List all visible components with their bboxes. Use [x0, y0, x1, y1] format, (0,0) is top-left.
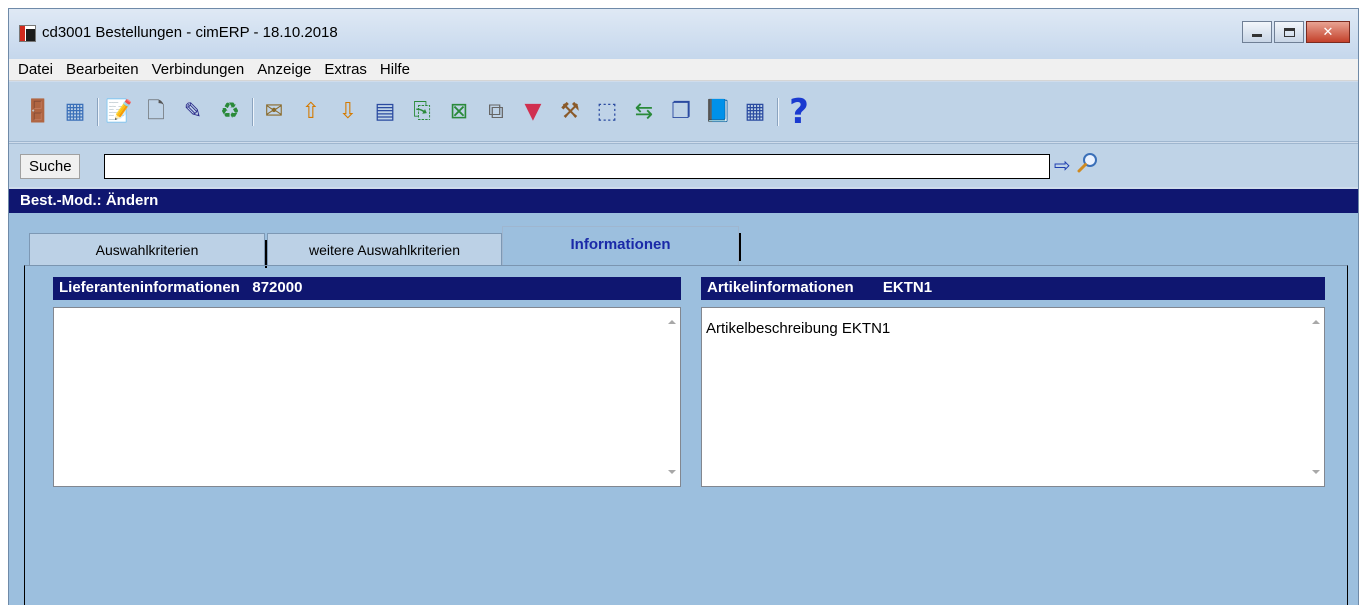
transfer-icon[interactable]: ⇆ [629, 96, 659, 128]
tab-panel-informationen: Lieferanteninformationen 872000 Artikeli… [24, 265, 1348, 605]
scroll-up-icon[interactable] [1312, 320, 1320, 324]
excel-icon[interactable]: ⊠ [444, 96, 474, 128]
application-window: cd3001 Bestellungen - cimERP - 18.10.201… [8, 8, 1359, 605]
window-controls: ✕ [1242, 21, 1350, 43]
menu-bearbeiten[interactable]: Bearbeiten [66, 61, 139, 78]
tab-label: Auswahlkriterien [95, 242, 199, 258]
select-region-icon[interactable]: ⬚ [592, 96, 622, 128]
supplier-info-header: Lieferanteninformationen 872000 [53, 277, 681, 300]
vertical-scrollbar[interactable] [663, 308, 680, 486]
windows-icon[interactable]: ❐ [666, 96, 696, 128]
article-info-header: Artikelinformationen EKTN1 [701, 277, 1325, 300]
app-logo-icon [19, 25, 36, 42]
maximize-button[interactable] [1274, 21, 1304, 43]
search-input[interactable] [104, 154, 1050, 179]
mail-icon[interactable]: ✉ [259, 96, 289, 128]
window-title: cd3001 Bestellungen - cimERP - 18.10.201… [42, 24, 338, 41]
minimize-button[interactable] [1242, 21, 1272, 43]
mode-bar: Best.-Mod.: Ändern [9, 189, 1358, 213]
content-area: Auswahlkriterien weitere Auswahlkriterie… [9, 213, 1358, 605]
edit-form-icon[interactable]: 📝 [104, 96, 134, 128]
supplier-id: 872000 [252, 279, 303, 296]
menu-bar: Datei Bearbeiten Verbindungen Anzeige Ex… [9, 59, 1358, 81]
export-icon[interactable]: ⎘ [407, 96, 437, 128]
toolbar-separator [97, 97, 99, 126]
magnifier-icon[interactable] [1077, 152, 1099, 174]
scroll-up-icon[interactable] [668, 320, 676, 324]
grid-icon[interactable]: ▦ [740, 96, 770, 128]
menu-anzeige[interactable]: Anzeige [257, 61, 311, 78]
search-go-arrow-icon[interactable]: ⇨ [1054, 155, 1071, 175]
article-info-title: Artikelinformationen [707, 279, 854, 296]
minimize-icon [1252, 33, 1262, 37]
article-id: EKTN1 [882, 279, 933, 296]
tab-auswahlkriterien[interactable]: Auswahlkriterien [29, 233, 267, 268]
vertical-scrollbar[interactable] [1307, 308, 1324, 486]
menu-datei[interactable]: Datei [18, 61, 53, 78]
tab-label: Informationen [570, 236, 671, 253]
copy-icon[interactable]: ⧉ [481, 96, 511, 128]
menu-verbindungen[interactable]: Verbindungen [152, 61, 245, 78]
new-document-icon[interactable]: 🗋 [141, 96, 171, 128]
pencil-edit-icon[interactable]: ✎ [178, 96, 208, 128]
exit-icon[interactable]: 🚪 [23, 96, 53, 128]
scroll-down-icon[interactable] [668, 470, 676, 474]
menu-hilfe[interactable]: Hilfe [380, 61, 410, 78]
tab-label: weitere Auswahlkriterien [309, 242, 460, 258]
wizard-icon[interactable]: ⚒ [555, 96, 585, 128]
supplier-info-title: Lieferanteninformationen [59, 279, 240, 296]
toolbar-separator [777, 97, 779, 126]
search-label: Suche [20, 154, 80, 179]
tab-informationen[interactable]: Informationen [502, 226, 741, 266]
close-button[interactable]: ✕ [1306, 21, 1350, 43]
sort-descending-icon[interactable]: ⇩ [333, 96, 363, 128]
tab-weitere-auswahlkriterien[interactable]: weitere Auswahlkriterien [267, 233, 502, 266]
title-bar[interactable]: cd3001 Bestellungen - cimERP - 18.10.201… [9, 9, 1358, 59]
sort-ascending-icon[interactable]: ⇧ [296, 96, 326, 128]
scroll-down-icon[interactable] [1312, 470, 1320, 474]
article-info-textbox[interactable]: Artikelbeschreibung EKTN1 [701, 307, 1325, 487]
numbered-list-icon[interactable]: ▤ [370, 96, 400, 128]
article-info-text: Artikelbeschreibung EKTN1 [706, 320, 891, 337]
book-icon[interactable]: 📘 [703, 96, 733, 128]
supplier-info-textbox[interactable] [53, 307, 681, 487]
filter-icon[interactable]: ▼ [518, 96, 548, 128]
close-icon: ✕ [1322, 24, 1334, 40]
menu-extras[interactable]: Extras [324, 61, 367, 78]
toolbar: 🚪 ▦ 📝 🗋 ✎ ♻ ✉ ⇧ ⇩ ▤ ⎘ ⊠ ⧉ ▼ ⚒ ⬚ ⇆ ❐ 📘 ▦? [9, 82, 1358, 142]
refresh-icon[interactable]: ♻ [215, 96, 245, 128]
help-icon[interactable]: ? [784, 95, 814, 129]
calendar-form-icon[interactable]: ▦ [60, 96, 90, 128]
search-bar: Suche ⇨ [9, 143, 1358, 187]
toolbar-separator [252, 97, 254, 126]
maximize-icon [1283, 27, 1295, 37]
